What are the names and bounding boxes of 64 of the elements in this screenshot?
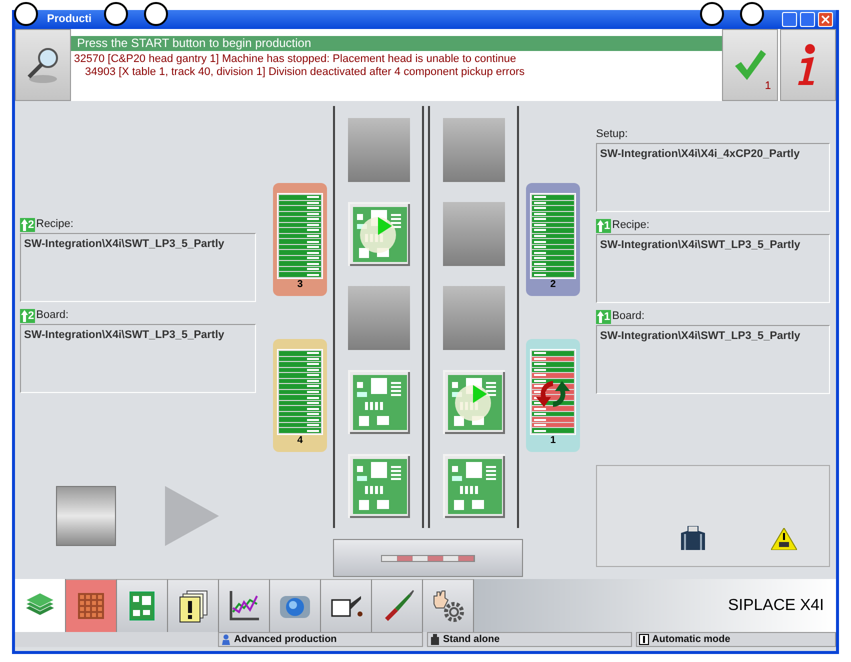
acknowledge-button[interactable]: 1: [722, 29, 778, 101]
empty-slot: [348, 118, 410, 182]
feeder-card[interactable]: 3: [273, 183, 327, 296]
error-message: 34903 [X table 1, track 40, division 1] Division deactivated after 4 component pickup errors: [84, 66, 526, 79]
machine-icon: [430, 634, 440, 645]
board-icon: [442, 454, 504, 518]
feeder-number: 3: [297, 279, 303, 291]
toolbar-button[interactable]: [168, 579, 219, 632]
status-text: Automatic mode: [652, 633, 730, 647]
message-count: 1: [764, 78, 771, 94]
board-progress-icon: [442, 370, 504, 434]
empty-slot: [442, 202, 504, 266]
toolbar-button[interactable]: [321, 579, 372, 632]
arrow-up-icon: [597, 220, 604, 232]
user-icon: [221, 634, 231, 645]
search-button[interactable]: [15, 29, 71, 101]
path-field: SW-Integration\X4i\SWT_LP3_5_Partly: [596, 325, 830, 394]
path-field: SW-Integration\X4i\SWT_LP3_5_Partly: [20, 233, 256, 302]
arrow-up-icon: [597, 310, 604, 322]
empty-slot: [442, 118, 504, 182]
field-label: Board:: [612, 309, 645, 324]
maximize-button[interactable]: [800, 12, 815, 27]
close-button[interactable]: [818, 12, 833, 27]
path-field: SW-Integration\X4i\X4i_4xCP20_Partly: [596, 143, 830, 212]
empty-slot: [442, 286, 504, 350]
upload-badge: 1: [596, 310, 612, 324]
feeder-card[interactable]: 4: [273, 339, 327, 452]
field-label: Setup:: [596, 127, 628, 142]
info-button[interactable]: [780, 29, 836, 101]
upload-badge: 2: [20, 308, 36, 322]
feeder-number: 2: [550, 279, 556, 291]
arrow-up-icon: [21, 218, 28, 230]
upload-badge: 2: [20, 218, 36, 232]
minimize-button[interactable]: [782, 12, 797, 27]
feeder-card[interactable]: 2: [526, 183, 580, 296]
checkmark-icon: [733, 48, 767, 82]
conveyor-strip-icon: [381, 554, 475, 562]
empty-slot: [348, 286, 410, 350]
arrow-up-icon: [21, 310, 28, 322]
brand-label: SIPLACE X4I: [728, 596, 824, 616]
field-label: Board:: [36, 308, 69, 324]
status-banner: Press the START button to begin production: [71, 36, 722, 51]
feeder-number: 4: [297, 435, 303, 447]
warning-icon: [770, 528, 796, 550]
toolbar-button[interactable]: [423, 579, 474, 632]
status-text: Advanced production: [234, 633, 337, 647]
feeder-card[interactable]: 1: [526, 339, 580, 452]
feeder-number: 1: [550, 435, 556, 447]
close-icon: [821, 15, 830, 24]
error-message: 32570 [C&P20 head gantry 1] Machine has stopped: Placement head is unable to continue: [73, 52, 518, 66]
board-icon: [348, 370, 410, 434]
toolbar-button[interactable]: [219, 579, 270, 632]
path-field: SW-Integration\X4i\SWT_LP3_5_Partly: [20, 324, 256, 393]
mode-icon: [639, 634, 649, 645]
upload-badge: 1: [596, 218, 612, 232]
path-field: SW-Integration\X4i\SWT_LP3_5_Partly: [596, 234, 830, 303]
field-label: Recipe:: [36, 217, 74, 232]
board-progress-icon: [348, 202, 410, 266]
window-title: Producti: [47, 12, 92, 28]
board-icon: [348, 454, 410, 518]
status-text: Stand alone: [443, 633, 500, 647]
stop-button[interactable]: [56, 486, 116, 546]
machine-icon: [680, 526, 706, 550]
field-label: Recipe:: [612, 218, 650, 234]
